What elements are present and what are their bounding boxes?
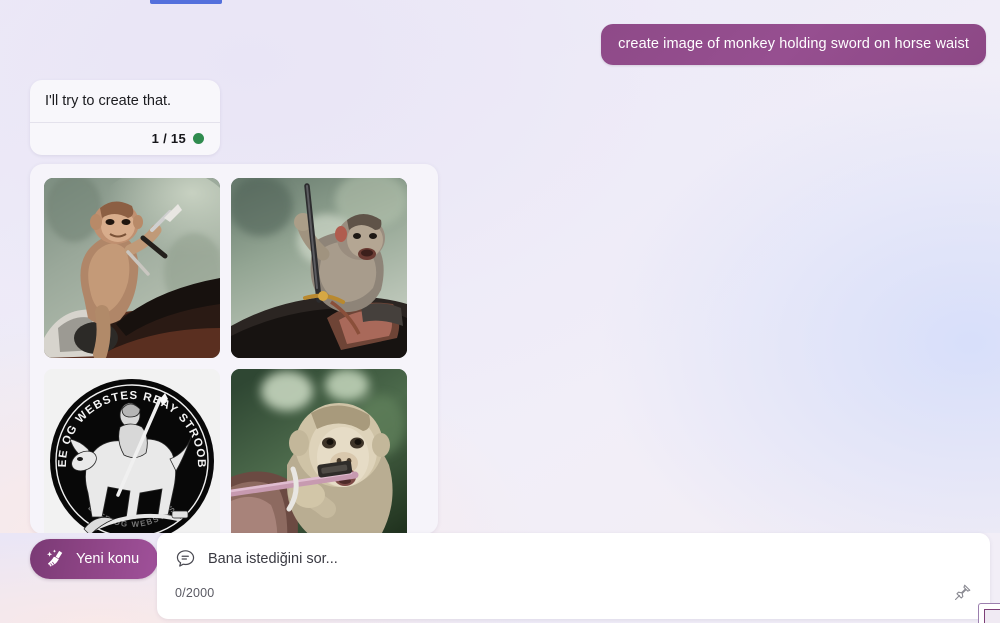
conversation-area: create image of monkey holding sword on … [0,0,1000,623]
image-results-grid: OEE OG WEBSTES REAY STROOBE LEEE OG WEBS… [44,178,424,534]
result-image-4[interactable] [231,369,407,534]
result-image-1[interactable] [44,178,220,358]
composer-footer-row: 0/2000 [157,569,990,602]
result-image-2[interactable] [231,178,407,358]
assistant-message-row: I'll try to create that. 1 / 15 [30,80,220,155]
knight-emblem-image: OEE OG WEBSTES REAY STROOBE LEEE OG WEBS… [44,369,220,534]
status-dot-icon [193,132,204,144]
composer-input-row [157,533,990,569]
character-counter: 0/2000 [175,585,215,600]
user-message-row: create image of monkey holding sword on … [601,24,986,66]
broom-sparkle-icon [45,548,67,570]
assistant-message-meta: 1 / 15 [30,123,220,155]
new-topic-label: Yeni konu [76,551,140,567]
result-image-3[interactable]: OEE OG WEBSTES REAY STROOBE LEEE OG WEBS… [44,369,220,534]
new-topic-button[interactable]: Yeni konu [30,539,159,579]
assistant-message-text: I'll try to create that. [45,93,172,109]
speech-bubble-icon [175,548,196,569]
assistant-message-bubble: I'll try to create that. 1 / 15 [30,80,220,155]
corner-overlay-widget-inner [984,609,1000,623]
user-message-bubble: create image of monkey holding sword on … [601,24,986,66]
pushpin-icon[interactable] [953,583,972,602]
generation-counter: 1 / 15 [151,130,186,146]
composer-input-container[interactable]: 0/2000 [157,533,990,619]
monkey-closeup-sword-image [231,369,407,534]
message-input[interactable] [208,550,908,567]
image-results-card: OEE OG WEBSTES REAY STROOBE LEEE OG WEBS… [30,164,438,534]
corner-overlay-widget[interactable] [978,603,1000,623]
monkey-upright-sword-image [231,178,407,358]
monkey-sword-brown-horse-image [44,178,220,358]
